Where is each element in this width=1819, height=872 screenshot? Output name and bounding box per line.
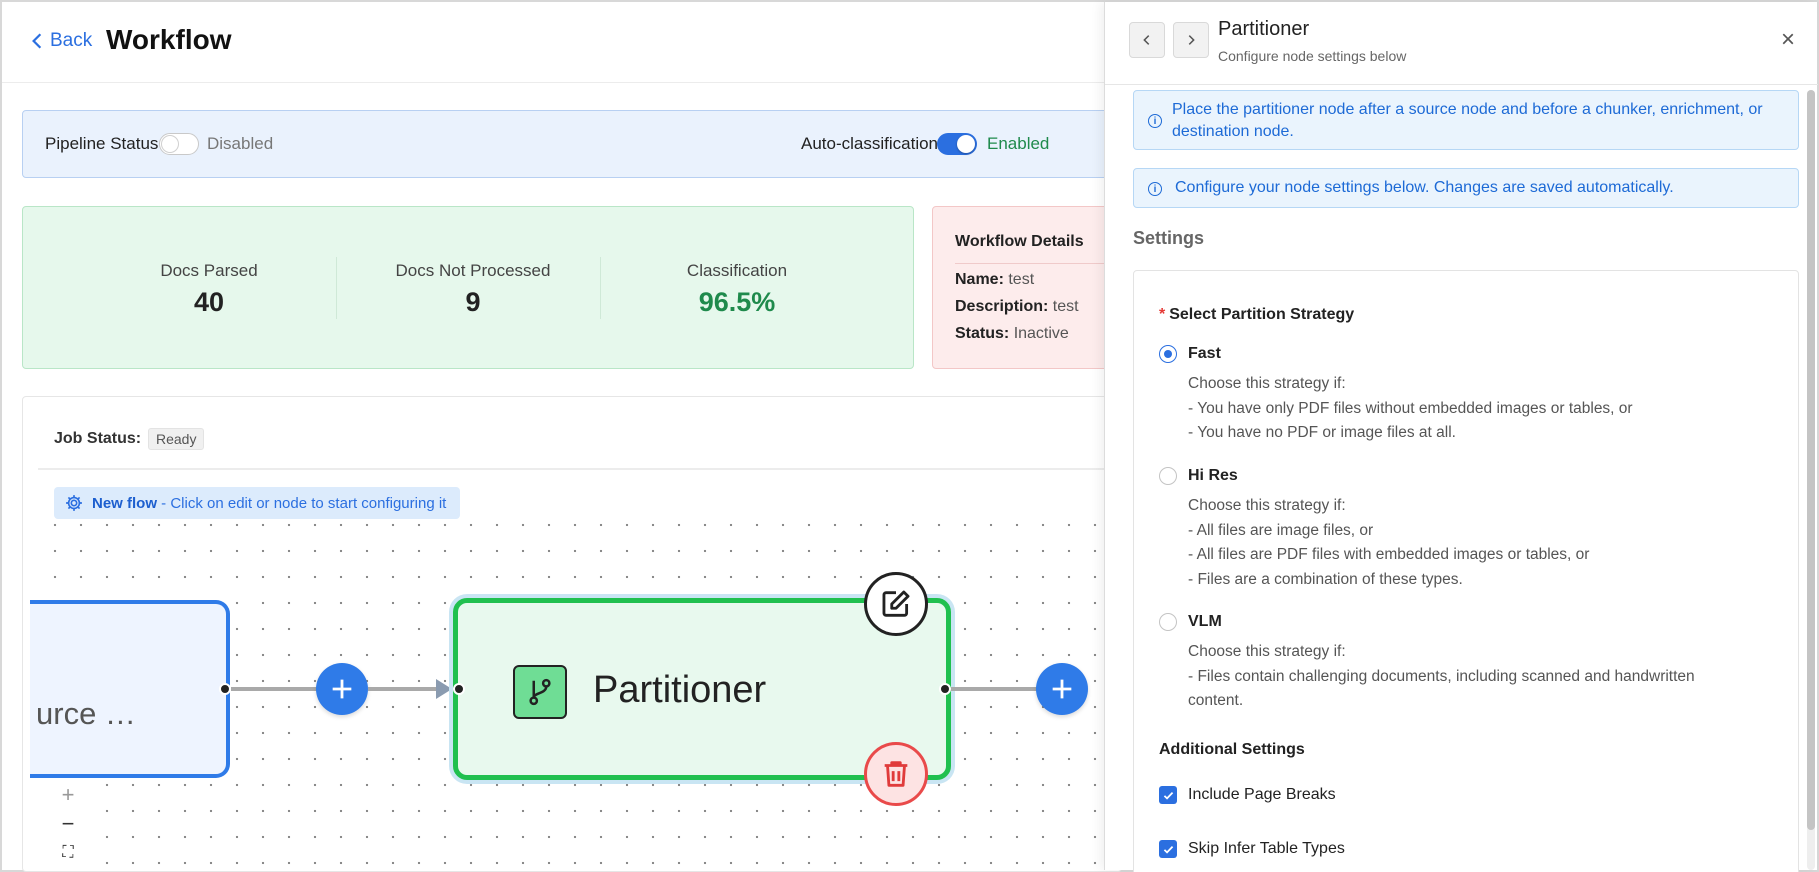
autosave-info-alert: i Configure your node settings below. Ch… [1133, 168, 1799, 208]
autoclass-label: Auto-classification [801, 134, 939, 153]
radio-vlm[interactable] [1159, 613, 1177, 631]
details-title: Workflow Details [955, 233, 1084, 250]
radio-hi-res[interactable] [1159, 467, 1177, 485]
alert-text: Place the partitioner node after a sourc… [1172, 101, 1763, 140]
branch-icon [513, 665, 567, 719]
edge [951, 687, 1039, 691]
chevron-left-icon [32, 33, 42, 49]
stat-classification: Classification 96.5% [605, 207, 869, 318]
plus-icon [1052, 679, 1072, 699]
pipeline-status-bar: Pipeline Status Disabled Auto-classifica… [22, 110, 1117, 178]
stat-value: 9 [465, 287, 481, 317]
divider [38, 468, 1118, 470]
autoclass-toggle[interactable] [937, 133, 977, 155]
edit-node-button[interactable] [864, 572, 928, 636]
edge [231, 687, 319, 691]
stat-label: Classification [686, 261, 788, 280]
new-flow-hint: New flow - Click on edit or node to star… [54, 487, 461, 519]
settings-heading: Settings [1133, 228, 1205, 248]
check-icon [1163, 791, 1173, 800]
chevron-right-icon [1188, 35, 1195, 45]
edge-arrow [436, 679, 452, 699]
placement-info-alert: i Place the partitioner node after a sou… [1133, 90, 1799, 150]
checkbox-label: Skip Infer Table Types [1188, 840, 1345, 857]
trash-icon [884, 761, 908, 787]
panel-scrollbar[interactable] [1807, 90, 1815, 870]
header-divider [2, 82, 1105, 83]
option-desc-hi-res: Choose this strategy if: - All files are… [1188, 497, 1590, 588]
option-label-fast: Fast [1188, 345, 1221, 362]
panel-title: Partitioner [1218, 18, 1310, 40]
divider [1105, 84, 1818, 85]
stat-label: Docs Not Processed [395, 261, 551, 280]
close-icon[interactable]: × [1781, 26, 1795, 54]
divider [600, 257, 601, 319]
divider [336, 257, 337, 319]
strategy-heading: * Select Partition Strategy [1159, 306, 1355, 323]
job-status-label: Job Status: [54, 430, 142, 447]
fit-view-button[interactable]: ⛶ [52, 838, 84, 867]
stat-label: Docs Parsed [160, 261, 258, 280]
partitioner-node-label: Partitioner [593, 669, 767, 711]
autoclass-state: Enabled [987, 134, 1050, 153]
divider [955, 263, 1115, 264]
edit-icon [882, 590, 910, 617]
details-status: Status: Inactive [955, 325, 1069, 342]
option-label-hi-res: Hi Res [1188, 467, 1238, 484]
partitioner-output-handle[interactable] [939, 683, 951, 695]
settings-card: * Select Partition Strategy Fast Choose t… [1133, 270, 1799, 872]
details-description: Description: test [955, 298, 1079, 315]
checkbox-label: Include Page Breaks [1188, 786, 1336, 803]
delete-node-button[interactable] [864, 742, 928, 806]
alert-text: Configure your node settings below. Chan… [1175, 179, 1674, 196]
plus-icon [332, 679, 352, 699]
gear-icon [66, 495, 82, 511]
pipeline-status-state: Disabled [207, 134, 274, 153]
zoom-out-button[interactable]: − [52, 809, 84, 838]
edge [368, 687, 438, 691]
checkbox-page-breaks[interactable] [1159, 786, 1177, 804]
stats-card: Docs Parsed 40 Docs Not Processed 9 Clas… [22, 206, 914, 369]
option-desc-fast: Choose this strategy if: - You have only… [1188, 375, 1633, 441]
info-icon: i [1148, 114, 1162, 128]
check-icon [1163, 845, 1173, 854]
details-name: Name: test [955, 271, 1035, 288]
add-node-button[interactable] [1036, 663, 1088, 715]
info-icon: i [1148, 182, 1162, 196]
zoom-in-button[interactable]: + [52, 780, 84, 809]
stat-value: 96.5% [698, 287, 776, 317]
back-label: Back [50, 30, 93, 51]
radio-fast[interactable] [1159, 345, 1177, 363]
page-title: Workflow [106, 24, 232, 55]
source-node-label: urce … [36, 696, 136, 731]
node-settings-panel: Partitioner Configure node settings belo… [1104, 2, 1818, 872]
back-link[interactable]: Back [28, 30, 92, 52]
source-output-handle[interactable] [219, 683, 231, 695]
stat-value: 40 [193, 287, 225, 317]
panel-subtitle: Configure node settings below [1218, 48, 1407, 64]
add-node-button[interactable] [316, 663, 368, 715]
pipeline-status-label: Pipeline Status [45, 134, 159, 153]
chevron-left-icon [1143, 35, 1150, 45]
new-flow-text: New flow - Click on edit or node to star… [92, 494, 447, 512]
job-status-badge: Ready [148, 428, 205, 450]
pipeline-status-toggle[interactable] [159, 133, 199, 155]
stat-docs-not-processed: Docs Not Processed 9 [341, 207, 605, 318]
partitioner-input-handle[interactable] [453, 683, 465, 695]
checkbox-skip-infer-table-types[interactable] [1159, 840, 1177, 858]
workflow-details-card: Workflow Details Name: test Description:… [932, 206, 1132, 369]
additional-settings-heading: Additional Settings [1159, 741, 1305, 758]
option-label-vlm: VLM [1188, 613, 1222, 630]
next-node-button[interactable] [1173, 22, 1209, 58]
stat-docs-parsed: Docs Parsed 40 [77, 207, 341, 318]
source-node[interactable]: urce … [30, 600, 230, 778]
zoom-controls: + − ⛶ [52, 780, 84, 867]
option-desc-vlm: Choose this strategy if: - Files contain… [1188, 643, 1695, 709]
prev-node-button[interactable] [1129, 22, 1165, 58]
